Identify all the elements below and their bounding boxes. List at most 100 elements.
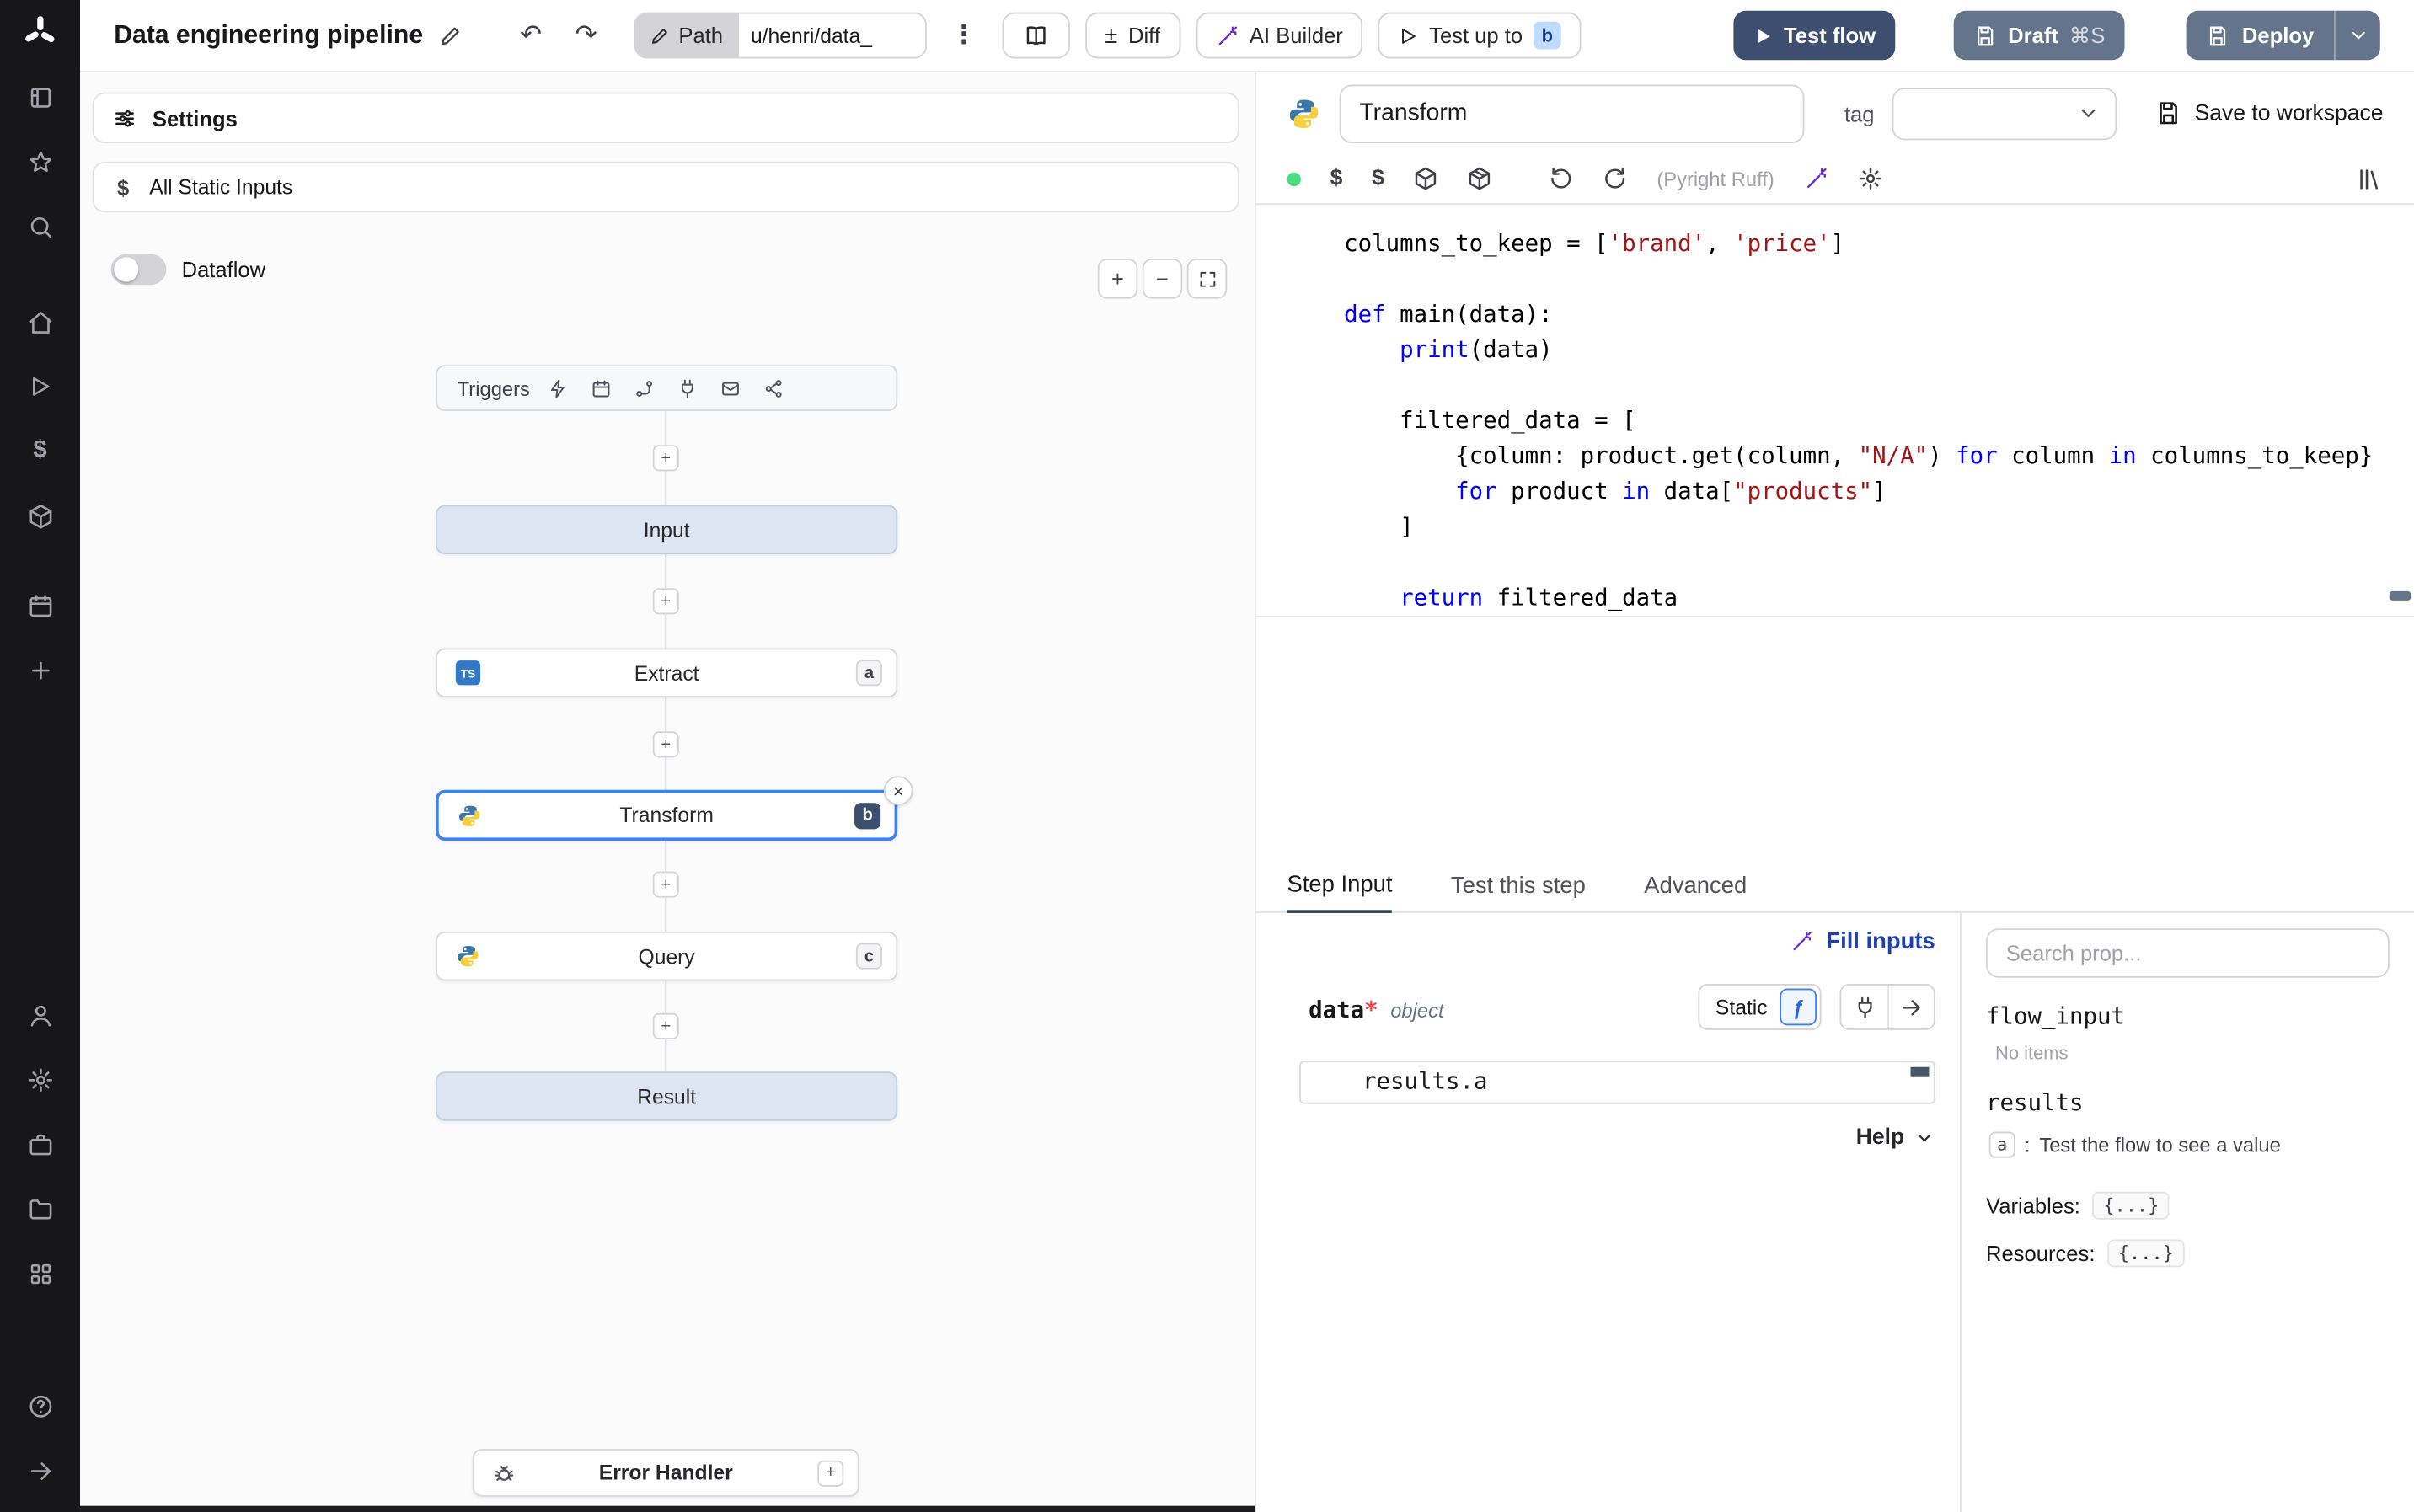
add-error-handler-button[interactable]: + (817, 1459, 844, 1486)
insert-variable-icon[interactable]: $ (1330, 166, 1343, 190)
result-key-badge: a (1988, 1131, 2015, 1158)
help-toggle[interactable]: Help (1856, 1125, 1935, 1150)
http-route-icon[interactable] (634, 378, 655, 398)
resources-cube-icon[interactable] (9, 493, 71, 539)
create-plus-icon[interactable] (9, 647, 71, 693)
more-options-kebab-icon[interactable]: ⋮ (942, 20, 987, 51)
save-draft-icon (1978, 25, 1994, 45)
path-input[interactable] (738, 12, 927, 59)
error-handler-label: Error Handler (598, 1461, 733, 1485)
resources-row: Resources: {...} (1986, 1239, 2390, 1268)
deploy-dropdown-chevron[interactable] (2333, 10, 2380, 61)
step-node-extract[interactable]: TS Extract a (436, 648, 898, 698)
bottom-drawer-handle[interactable] (80, 1505, 1255, 1512)
triggers-node[interactable]: Triggers (436, 365, 898, 412)
editor-scrollbar[interactable] (2389, 590, 2411, 601)
collapse-sidebar-arrow-icon[interactable] (9, 1447, 71, 1493)
dataflow-toggle[interactable] (110, 254, 167, 286)
docs-book-button[interactable] (1001, 12, 1070, 59)
zoom-out-button[interactable]: − (1142, 259, 1183, 299)
results-section[interactable]: results (1986, 1088, 2390, 1116)
result-item-a[interactable]: a : Test the flow to see a value (1988, 1131, 2390, 1158)
groups-grid-icon[interactable] (9, 1250, 71, 1296)
home-icon[interactable] (9, 299, 71, 345)
variables-expand-badge[interactable]: {...} (2092, 1191, 2170, 1220)
remove-step-button[interactable]: × (883, 776, 913, 805)
test-up-to-label: Test up to (1429, 23, 1523, 48)
ai-builder-button[interactable]: AI Builder (1195, 12, 1363, 59)
folders-icon[interactable] (9, 1185, 71, 1232)
extract-step-id-badge: a (855, 660, 882, 687)
prop-picker: flow_input No items results a : Test the… (1959, 912, 2414, 1512)
step-node-transform[interactable]: Transform b (436, 789, 898, 841)
insert-resource-icon[interactable]: $ (1372, 166, 1384, 190)
expression-input[interactable]: results.a (1299, 1061, 1935, 1104)
editor-settings-gear-icon[interactable] (1857, 166, 1881, 190)
favorites-star-icon[interactable] (9, 139, 71, 185)
insert-step-button[interactable]: + (652, 871, 679, 898)
user-icon[interactable] (9, 991, 71, 1038)
websocket-plug-icon[interactable] (677, 378, 698, 398)
redo-button[interactable]: ↷ (566, 15, 607, 56)
code-editor[interactable]: columns_to_keep = ['brand', 'price'] def… (1255, 205, 2414, 617)
zoom-in-button[interactable]: + (1097, 259, 1138, 299)
windmill-logo[interactable] (9, 9, 71, 56)
step-name-input[interactable] (1339, 83, 1805, 143)
diff-button[interactable]: ± Diff (1084, 12, 1180, 59)
webhook-bolt-icon[interactable] (549, 378, 569, 398)
flow-result-node[interactable]: Result (436, 1071, 898, 1121)
path-button[interactable]: Path (634, 12, 739, 59)
kafka-branch-icon[interactable] (764, 378, 784, 398)
workers-briefcase-icon[interactable] (9, 1121, 71, 1167)
tab-step-input[interactable]: Step Input (1287, 872, 1393, 913)
ai-assistant-wand-icon[interactable] (1804, 166, 1828, 190)
tag-select[interactable] (1892, 87, 2118, 140)
deploy-button[interactable]: Deploy (2187, 11, 2334, 60)
tab-test-this-step[interactable]: Test this step (1451, 873, 1586, 911)
resources-expand-badge[interactable]: {...} (2107, 1239, 2185, 1268)
result-node-label: Result (637, 1084, 697, 1109)
static-mode-label[interactable]: Static (1715, 996, 1768, 1018)
fill-inputs-button[interactable]: Fill inputs (1790, 928, 1935, 954)
help-icon[interactable] (9, 1382, 71, 1429)
all-static-inputs-bar[interactable]: $ All Static Inputs (92, 161, 1239, 213)
arrow-right-icon[interactable] (1887, 985, 1934, 1029)
save-to-workspace-button[interactable]: Save to workspace (2156, 100, 2383, 126)
flow-settings-bar[interactable]: Settings (92, 92, 1239, 143)
email-icon[interactable] (720, 378, 741, 398)
runs-play-icon[interactable] (9, 363, 71, 409)
flow-input-section[interactable]: flow_input (1986, 1002, 2390, 1030)
schedule-calendar-icon[interactable] (591, 378, 612, 398)
dependencies-box-icon[interactable] (1468, 166, 1492, 190)
test-up-to-button[interactable]: Test up to b (1378, 12, 1582, 59)
expression-scrollbar[interactable] (1910, 1066, 1930, 1077)
step-node-query[interactable]: Query c (436, 931, 898, 981)
fit-view-button[interactable] (1186, 259, 1228, 299)
edit-title-pencil-icon[interactable] (438, 24, 461, 46)
apps-icon[interactable] (9, 74, 71, 120)
insert-step-button[interactable]: + (652, 1012, 679, 1039)
undo-button[interactable]: ↶ (511, 15, 551, 56)
prop-search-input[interactable] (1986, 928, 2390, 978)
insert-step-button[interactable]: + (652, 445, 679, 472)
plug-connect-icon[interactable] (1841, 986, 1887, 1028)
history-icon[interactable] (1603, 166, 1627, 190)
error-handler-node[interactable]: Error Handler + (472, 1449, 859, 1497)
schedules-calendar-icon[interactable] (9, 582, 71, 628)
search-icon[interactable] (9, 203, 71, 249)
variables-dollar-icon[interactable]: $ (9, 428, 71, 474)
reset-code-icon[interactable] (1549, 166, 1573, 190)
library-panel-icon[interactable] (2357, 165, 2383, 191)
draft-button[interactable]: Draft ⌘S (1954, 10, 2126, 61)
settings-gear-icon[interactable] (9, 1056, 71, 1103)
dataflow-label: Dataflow (181, 257, 266, 282)
tab-advanced[interactable]: Advanced (1644, 873, 1747, 911)
test-flow-button[interactable]: Test flow (1732, 10, 1896, 61)
flow-input-node[interactable]: Input (436, 505, 898, 555)
insert-step-button[interactable]: + (652, 588, 679, 615)
code-lines: columns_to_keep = ['brand', 'price'] def… (1344, 229, 2374, 612)
chevron-down-icon (1918, 1134, 1931, 1142)
package-icon[interactable] (1414, 166, 1438, 190)
insert-step-button[interactable]: + (652, 731, 679, 758)
javascript-expression-toggle[interactable]: ƒ (1780, 988, 1817, 1026)
